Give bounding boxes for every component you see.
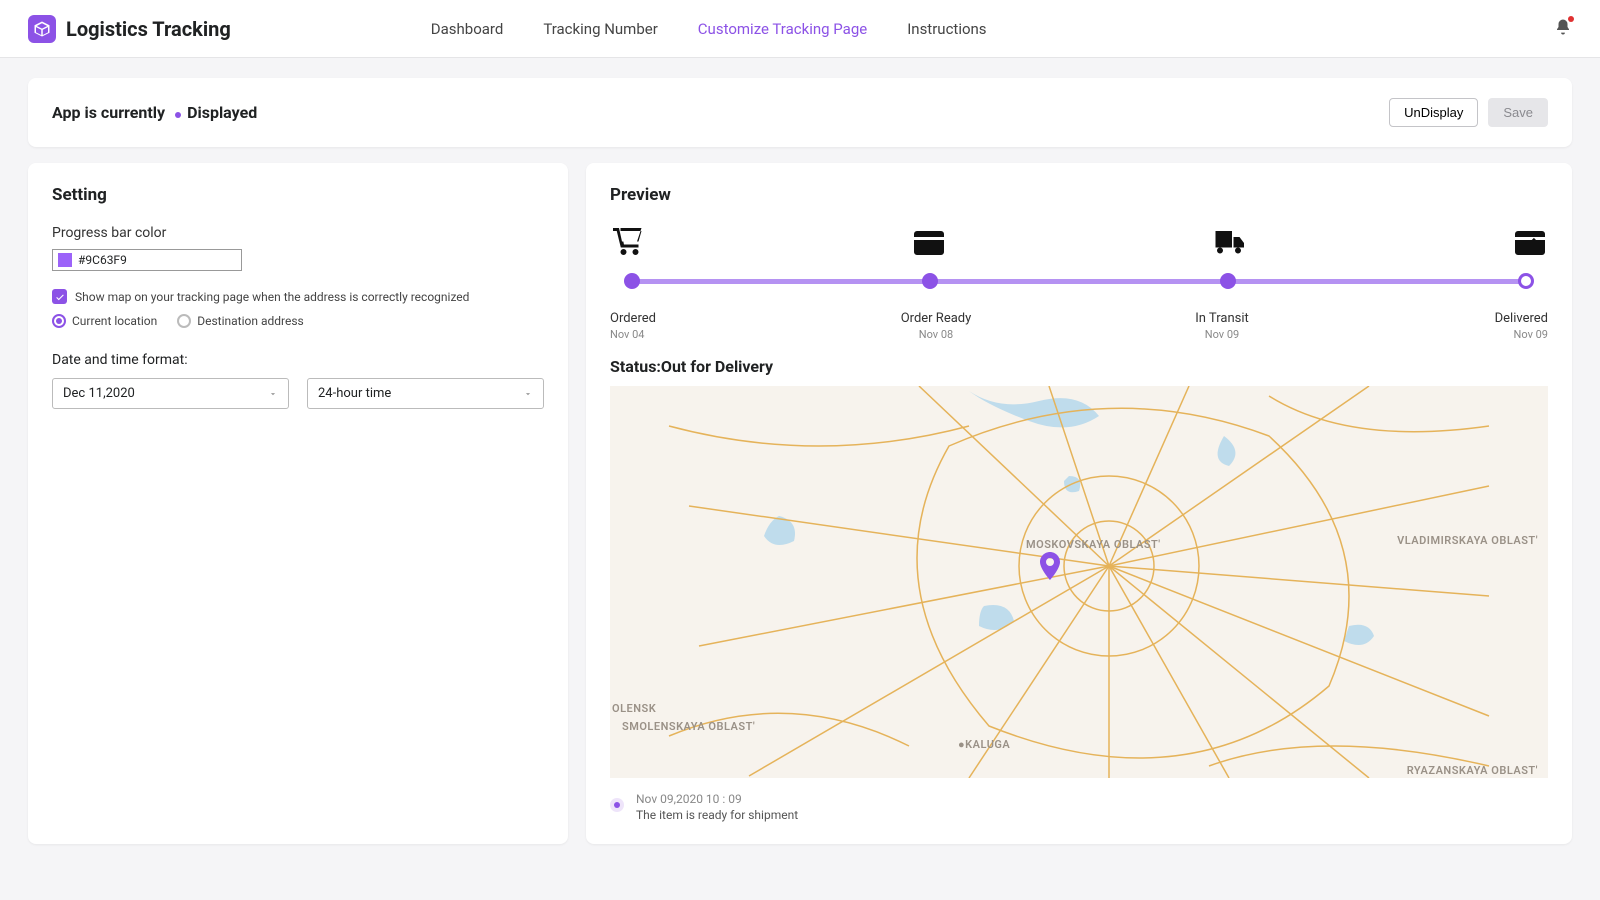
radio-destination-label: Destination address — [197, 314, 304, 328]
save-button[interactable]: Save — [1488, 98, 1548, 127]
settings-title: Setting — [52, 185, 544, 205]
undisplay-button[interactable]: UnDisplay — [1389, 98, 1478, 127]
step-date: Nov 08 — [896, 328, 976, 341]
notifications-button[interactable] — [1554, 18, 1572, 40]
preview-title: Preview — [610, 185, 1548, 205]
progress-color-value: #9C63F9 — [78, 253, 127, 267]
truck-icon — [1211, 225, 1247, 265]
nav-customize[interactable]: Customize Tracking Page — [698, 20, 867, 38]
date-format-select[interactable]: Dec 11,2020 — [52, 378, 289, 409]
status-text: App is currently Displayed — [52, 103, 257, 122]
delivered-icon — [1512, 225, 1548, 265]
timeline-entry: Nov 09,2020 10 : 09 The item is ready fo… — [610, 792, 1548, 822]
date-format-value: Dec 11,2020 — [63, 386, 135, 401]
show-map-label: Show map on your tracking page when the … — [75, 290, 469, 304]
map-pin-icon — [1038, 552, 1062, 584]
map-label: SMOLENSKAYA OBLAST' — [622, 720, 755, 733]
nav-dashboard[interactable]: Dashboard — [431, 20, 504, 38]
date-format-label: Date and time format: — [52, 352, 544, 368]
chevron-down-icon — [268, 389, 278, 399]
status-actions: UnDisplay Save — [1389, 98, 1548, 127]
progress-color-label: Progress bar color — [52, 225, 544, 241]
progress-node — [1220, 273, 1236, 289]
step-name: In Transit — [1182, 311, 1262, 326]
color-swatch-icon — [58, 253, 72, 267]
step-date: Nov 09 — [1468, 328, 1548, 341]
app-title: Logistics Tracking — [66, 17, 231, 41]
timeline-message: The item is ready for shipment — [636, 808, 798, 822]
time-format-select[interactable]: 24-hour time — [307, 378, 544, 409]
chevron-down-icon — [523, 389, 533, 399]
step-name: Order Ready — [896, 311, 976, 326]
status-value: Displayed — [187, 103, 257, 122]
step-date: Nov 09 — [1182, 328, 1262, 341]
progress-node — [1518, 273, 1534, 289]
radio-destination[interactable]: Destination address — [177, 314, 304, 328]
step-name: Ordered — [610, 311, 690, 326]
nav-tracking-number[interactable]: Tracking Number — [543, 20, 657, 38]
map-label: RYAZANSKAYA OBLAST' — [1407, 764, 1538, 777]
cart-icon — [610, 225, 646, 265]
status-prefix: App is currently — [52, 103, 165, 122]
show-map-checkbox-row: Show map on your tracking page when the … — [52, 289, 544, 304]
step-date: Nov 04 — [610, 328, 690, 341]
progress-node — [624, 273, 640, 289]
status-bar: App is currently Displayed UnDisplay Sav… — [28, 78, 1572, 147]
preview-card: Preview Ordered Nov 04 Order Rea — [586, 163, 1572, 844]
progress-node — [922, 273, 938, 289]
progress-bar — [610, 225, 1548, 305]
status-heading: Status:Out for Delivery — [610, 357, 1548, 376]
settings-card: Setting Progress bar color #9C63F9 Show … — [28, 163, 568, 844]
notification-dot-icon — [1568, 16, 1574, 22]
map-label: VLADIMIRSKAYA OBLAST' — [1397, 534, 1538, 547]
app-header: Logistics Tracking Dashboard Tracking Nu… — [0, 0, 1600, 58]
logo: Logistics Tracking — [28, 15, 231, 43]
logo-icon — [28, 15, 56, 43]
timeline-time: Nov 09,2020 10 : 09 — [636, 792, 798, 806]
map-label: MOSKOVSKAYA OBLAST' — [1026, 538, 1161, 551]
time-format-value: 24-hour time — [318, 386, 391, 401]
preview-map[interactable]: MOSKOVSKAYA OBLAST' VLADIMIRSKAYA OBLAST… — [610, 386, 1548, 778]
radio-current-label: Current location — [72, 314, 157, 328]
status-dot-icon — [175, 112, 181, 118]
location-radio-group: Current location Destination address — [52, 314, 544, 328]
show-map-checkbox[interactable] — [52, 289, 67, 304]
progress-color-picker[interactable]: #9C63F9 — [52, 249, 242, 271]
nav-instructions[interactable]: Instructions — [907, 20, 986, 38]
box-icon — [911, 225, 947, 265]
radio-current-location[interactable]: Current location — [52, 314, 157, 328]
timeline-dot-icon — [610, 798, 624, 812]
map-label: OLENSK — [612, 702, 656, 715]
map-label: ●KALUGA — [958, 738, 1010, 751]
main-nav: Dashboard Tracking Number Customize Trac… — [431, 20, 987, 38]
check-icon — [55, 292, 65, 302]
step-name: Delivered — [1468, 311, 1548, 326]
